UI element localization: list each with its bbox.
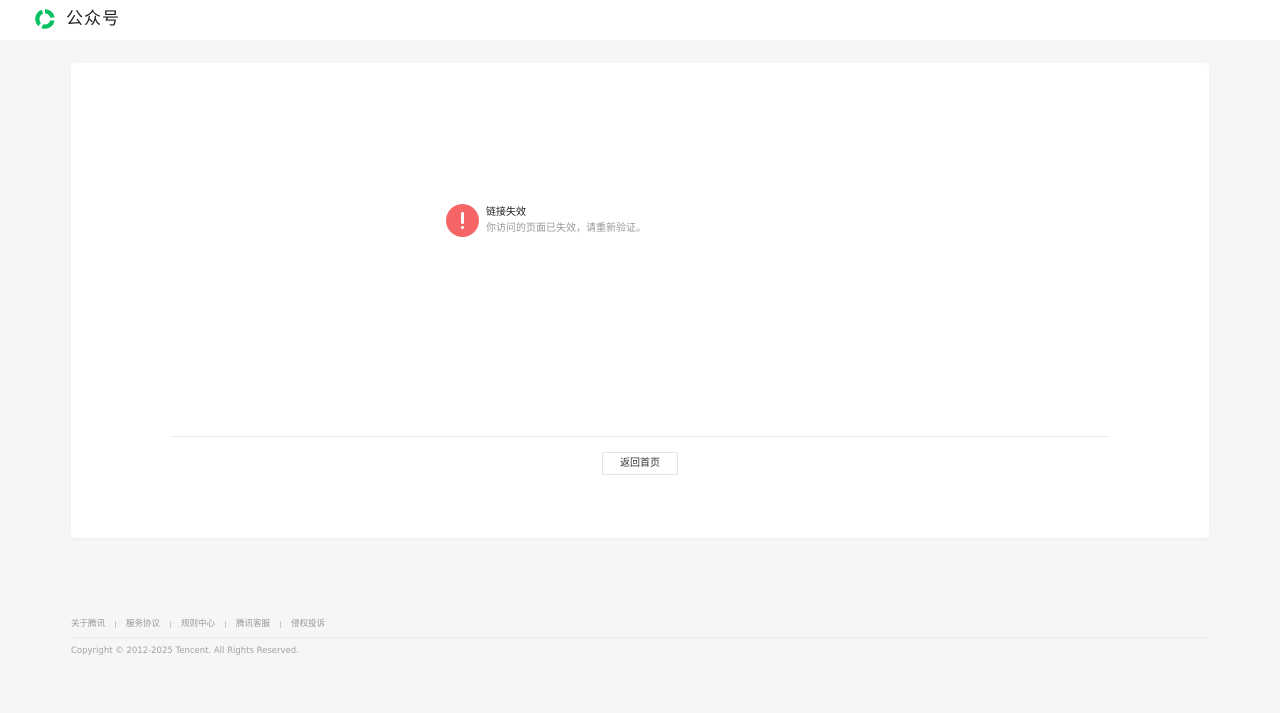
error-message: 链接失效 你访问的页面已失效，请重新验证。	[446, 204, 646, 237]
footer-separator	[115, 620, 117, 628]
footer-link-infringement-complaint[interactable]: 侵权投诉	[291, 618, 325, 630]
back-home-button[interactable]: 返回首页	[602, 452, 678, 475]
copyright: Copyright © 2012-2025 Tencent. All Right…	[71, 646, 299, 656]
footer-links: 关于腾讯 服务协议 规则中心 腾讯客服 侵权投诉	[71, 618, 1209, 630]
footer-link-about-tencent[interactable]: 关于腾讯	[71, 618, 105, 630]
footer-link-rules-center[interactable]: 规则中心	[181, 618, 215, 630]
brand-name: 公众号	[66, 9, 120, 29]
top-bar: 公众号	[0, 0, 1280, 40]
footer-divider	[71, 637, 1209, 638]
wechat-official-account-logo-icon	[35, 9, 55, 29]
error-message-text: 链接失效 你访问的页面已失效，请重新验证。	[486, 204, 646, 236]
divider	[171, 436, 1109, 437]
footer-link-customer-service[interactable]: 腾讯客服	[236, 618, 270, 630]
footer-separator	[170, 620, 172, 628]
exclamation-circle-icon	[446, 204, 479, 237]
footer-separator	[225, 620, 227, 628]
brand[interactable]: 公众号	[33, 7, 120, 31]
footer-separator	[280, 620, 282, 628]
error-description: 你访问的页面已失效，请重新验证。	[486, 223, 646, 234]
footer: 关于腾讯 服务协议 规则中心 腾讯客服 侵权投诉 Copyright © 201…	[71, 618, 1209, 657]
main-card: 链接失效 你访问的页面已失效，请重新验证。 返回首页	[71, 63, 1209, 538]
error-title: 链接失效	[486, 207, 526, 218]
footer-link-service-agreement[interactable]: 服务协议	[126, 618, 160, 630]
